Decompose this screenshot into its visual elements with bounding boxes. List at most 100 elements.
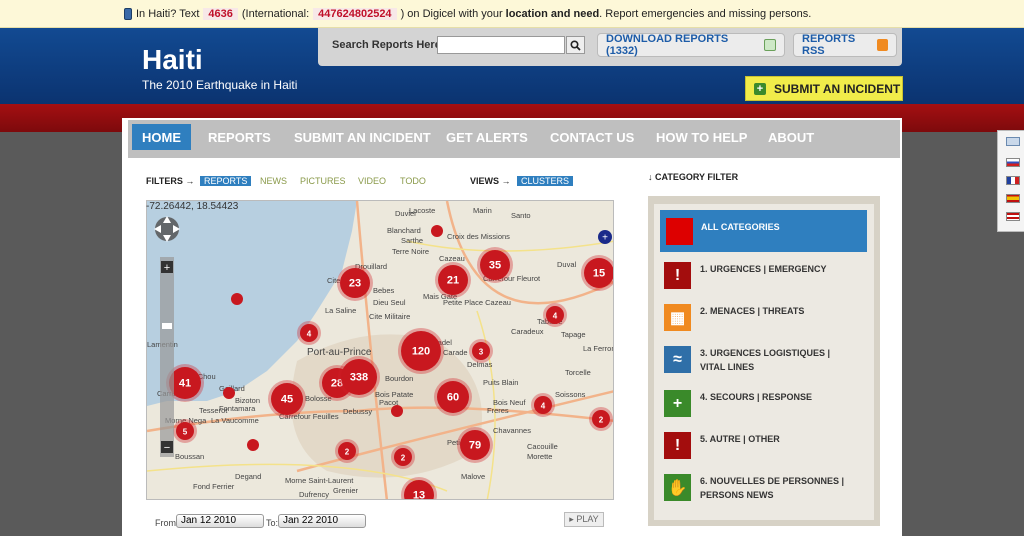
map-place-label: Sarthe — [401, 236, 423, 245]
international-number: 447624802524 — [313, 7, 397, 20]
plus-icon: + — [754, 82, 766, 95]
from-date-select[interactable]: Jan 12 2010 — [176, 514, 264, 528]
map-place-label: Cite Militaire — [369, 312, 410, 321]
map-place-label: Dieu Seul — [373, 298, 406, 307]
map-cluster-marker[interactable]: 2 — [335, 439, 359, 463]
map-incident-marker[interactable] — [247, 439, 259, 451]
category-item[interactable]: ! 5. AUTRE | OTHER — [664, 432, 860, 460]
sms-notice-bar: In Haiti? Text 4636 (International: 4476… — [0, 0, 1024, 28]
download-reports-button[interactable]: DOWNLOAD REPORTS (1332) — [597, 33, 785, 57]
nav-get-alerts[interactable]: GET ALERTS — [436, 124, 538, 150]
nav-home[interactable]: HOME — [132, 124, 191, 150]
filter-tab-todo[interactable]: TODO — [400, 176, 426, 186]
flag-es-icon[interactable] — [1006, 194, 1020, 203]
map-cluster-marker[interactable]: 79 — [457, 427, 493, 463]
map-cluster-marker[interactable]: 2 — [391, 445, 415, 469]
category-filter-header: ↓ CATEGORY FILTER — [648, 172, 739, 182]
map-place-label: La Vaucomme — [211, 416, 259, 425]
notice-text: ) on Digicel with your — [400, 7, 503, 20]
category-label: 5. AUTRE | OTHER — [700, 434, 780, 444]
map-cluster-marker[interactable]: 4 — [543, 303, 567, 327]
filter-tab-video[interactable]: VIDEO — [358, 176, 386, 186]
view-tab-clusters[interactable]: CLUSTERS — [517, 176, 574, 186]
from-label: From: — [155, 518, 179, 528]
map-cluster-count: 338 — [350, 372, 368, 384]
map-cluster-count: 120 — [412, 346, 430, 358]
map-incident-marker[interactable] — [223, 387, 235, 399]
notice-text: In Haiti? Text — [136, 7, 200, 20]
play-button[interactable]: ▸ PLAY — [564, 512, 604, 527]
notice-emphasis: location and need — [505, 7, 600, 20]
map-incident-marker[interactable] — [431, 225, 443, 237]
to-date-select[interactable]: Jan 22 2010 — [278, 514, 366, 528]
nav-how-to-help[interactable]: HOW TO HELP — [646, 124, 757, 150]
map-place-label: Caradeux — [511, 327, 544, 336]
zoom-slider-handle[interactable] — [162, 323, 172, 329]
category-item[interactable]: +4. SECOURS | RESPONSE — [664, 390, 860, 418]
map-incident-marker[interactable] — [391, 405, 403, 417]
flag-fr-icon[interactable] — [1006, 176, 1020, 185]
map-place-label: La Ferrone — [583, 344, 614, 353]
water-drops-icon: ≈ — [664, 346, 691, 373]
exclamation-icon: ! — [664, 432, 691, 459]
site-title[interactable]: Haiti — [142, 44, 203, 76]
flag-ru-icon[interactable] — [1006, 158, 1020, 167]
zoom-in-icon: + — [164, 262, 170, 274]
map-place-label: Terre Noire — [392, 247, 429, 256]
map-cluster-marker[interactable]: 5 — [173, 419, 197, 443]
reports-rss-button[interactable]: REPORTS RSS — [793, 33, 897, 57]
short-code-number: 4636 — [203, 7, 238, 20]
map-place-label: Torcelle — [565, 368, 591, 377]
map-place-label: Fontamara — [219, 404, 256, 413]
map-cluster-count: 3 — [479, 348, 484, 357]
nav-reports[interactable]: REPORTS — [198, 124, 281, 150]
map-cluster-marker[interactable]: 3 — [469, 339, 493, 363]
plus-icon: + — [602, 233, 608, 244]
map-cluster-count: 13 — [413, 490, 425, 501]
category-all[interactable]: ALL CATEGORIES — [660, 210, 867, 252]
map-cluster-marker[interactable]: 23 — [337, 265, 373, 301]
category-item[interactable]: ✋ 6. NOUVELLES DE PERSONNES | PERSONS NEWS — [664, 474, 860, 502]
category-item[interactable]: ▦ 2. MENACES | THREATS — [664, 304, 860, 332]
nav-submit-incident[interactable]: SUBMIT AN INCIDENT — [284, 124, 441, 150]
map-cluster-count: 21 — [447, 275, 459, 287]
to-label: To: — [266, 518, 279, 528]
search-input[interactable] — [437, 36, 565, 54]
category-label: 2. MENACES | THREATS — [700, 306, 805, 316]
nav-about[interactable]: ABOUT — [758, 124, 824, 150]
search-button[interactable] — [566, 36, 585, 54]
map-cluster-marker[interactable]: 120 — [398, 328, 444, 374]
zoom-slider[interactable] — [160, 257, 174, 457]
map-cluster-marker[interactable]: 35 — [477, 247, 513, 283]
map-cluster-marker[interactable]: 21 — [435, 262, 471, 298]
nav-contact-us[interactable]: CONTACT US — [540, 124, 644, 150]
category-item[interactable]: ≈3. URGENCES LOGISTIQUES | VITAL LINES — [664, 346, 860, 374]
exclamation-icon: ! — [664, 262, 691, 289]
notice-text: . Report emergencies and missing persons… — [599, 7, 812, 20]
map-cluster-marker[interactable]: 4 — [297, 321, 321, 345]
category-item[interactable]: ! 1. URGENCES | EMERGENCY — [664, 262, 860, 290]
map-place-label: Cazeau — [439, 254, 465, 263]
map-place-label: Puits Blain — [483, 378, 518, 387]
map-place-label: Chavannes — [493, 426, 531, 435]
map-cluster-count: 4 — [553, 312, 558, 321]
map-cluster-marker[interactable]: 2 — [589, 407, 613, 431]
map-cluster-marker[interactable]: 4 — [531, 393, 555, 417]
submit-incident-label: SUBMIT AN INCIDENT — [774, 81, 901, 96]
map-cluster-marker[interactable]: 45 — [268, 380, 306, 418]
incident-map[interactable]: Duvier Lacoste Marin Santo Blanchard Croix de… — [146, 200, 614, 500]
map-cluster-marker[interactable]: 338 — [338, 356, 380, 398]
filter-tab-pictures[interactable]: PICTURES — [300, 176, 346, 186]
site-subtitle: The 2010 Earthquake in Haiti — [142, 78, 298, 92]
map-cluster-count: 5 — [183, 428, 188, 437]
filter-tab-news[interactable]: NEWS — [260, 176, 287, 186]
flag-us-icon[interactable] — [1006, 212, 1020, 221]
map-place-label: Debussy — [343, 407, 372, 416]
category-label: 3. URGENCES LOGISTIQUES | VITAL LINES — [700, 348, 831, 372]
map-cluster-marker[interactable]: 60 — [434, 378, 472, 416]
map-incident-marker[interactable] — [231, 293, 243, 305]
map-canvas[interactable]: DuvierLacoste MarinSantoBlanchardCroix de… — [147, 201, 614, 500]
user-icon[interactable] — [1006, 137, 1020, 146]
filter-tab-reports[interactable]: REPORTS — [200, 176, 252, 186]
submit-incident-button[interactable]: + SUBMIT AN INCIDENT — [745, 76, 903, 101]
